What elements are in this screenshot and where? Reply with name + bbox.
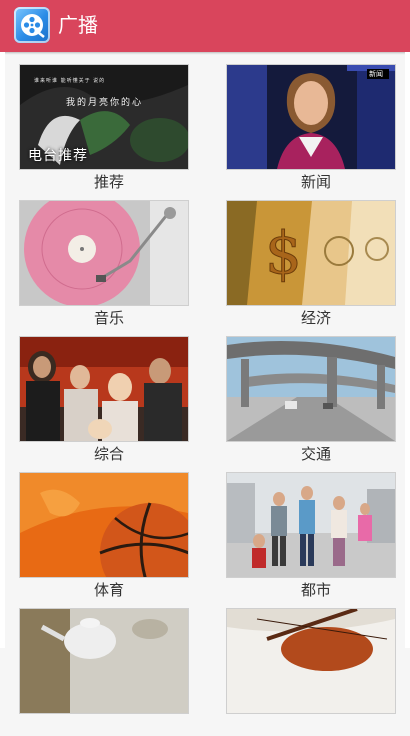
category-label: 体育 [93,581,124,599]
category-tile-traffic[interactable]: 交通 [213,328,410,464]
recommend-cover-image: 谁来听谁 能听懂关于 说的 我的月亮你的心 电台推荐 [19,64,189,170]
category-tile-violin[interactable] [213,600,410,736]
category-label: 都市 [300,581,331,599]
category-label: 经济 [300,309,331,327]
highway-overpass-image [226,336,396,442]
category-label: 音乐 [93,309,124,327]
category-label: 推荐 [93,173,124,191]
vinyl-record-image [19,200,189,306]
dollar-bills-image: $ [226,200,396,306]
violin-image [226,608,396,714]
category-tile-economy[interactable]: $ 经济 [213,192,410,328]
basketball-image [19,472,189,578]
category-tile-music[interactable]: 音乐 [6,192,212,328]
city-people-image [226,472,396,578]
news-badge: 新闻 [369,70,383,78]
teapot-image [19,608,189,714]
category-label: 交通 [300,445,331,463]
svg-text:$: $ [265,219,302,287]
group-of-friends-image [19,336,189,442]
video-reel-icon[interactable] [14,7,50,43]
page-title: 广播 [58,13,98,37]
cover-caption: 电台推荐 [28,148,88,164]
news-anchor-image: 新闻 [226,64,396,170]
cover-text-line: 谁来听谁 能听懂关于 说的 [34,78,106,84]
category-tile-teapot[interactable] [6,600,212,736]
category-tile-sports[interactable]: 体育 [6,464,212,600]
app-bar: 广播 [0,0,410,52]
category-label: 综合 [93,445,124,463]
left-frame-edge [0,52,5,648]
category-tile-general[interactable]: 综合 [6,328,212,464]
category-tile-news[interactable]: 新闻 新闻 [213,56,410,192]
category-label: 新闻 [300,173,331,191]
cover-title-text: 我的月亮你的心 [66,98,144,108]
category-tile-city[interactable]: 都市 [213,464,410,600]
category-tile-recommend[interactable]: 谁来听谁 能听懂关于 说的 我的月亮你的心 电台推荐 推荐 [6,56,212,192]
